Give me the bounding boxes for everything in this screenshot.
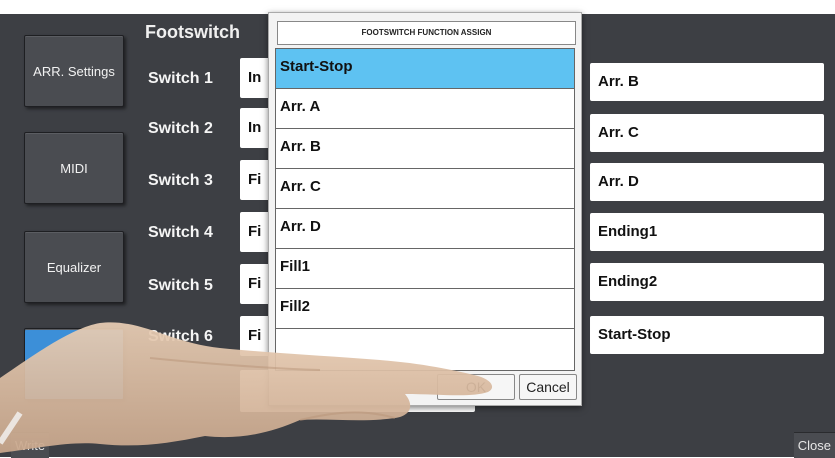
right-value-3[interactable]: Arr. D [590, 163, 824, 201]
sidebar-item-label: ARR. Settings [33, 63, 115, 79]
list-item[interactable]: Start-Stop [276, 49, 574, 89]
switch-4-label: Switch 4 [148, 224, 213, 241]
switch-1-label: Switch 1 [148, 70, 213, 87]
list-item[interactable]: Arr. C [276, 169, 574, 209]
right-value-6[interactable]: Start-Stop [590, 316, 824, 354]
cancel-button[interactable]: Cancel [519, 374, 577, 400]
section-title: Footswitch [145, 22, 240, 42]
sidebar-item-arr-settings[interactable]: ARR. Settings [24, 35, 124, 107]
right-value-1[interactable]: Arr. B [590, 63, 824, 101]
right-value-2[interactable]: Arr. C [590, 114, 824, 152]
list-item[interactable]: Arr. A [276, 89, 574, 129]
sidebar-item-midi[interactable]: MIDI [24, 132, 124, 204]
switch-2-label: Switch 2 [148, 120, 213, 137]
switch-5-label: Switch 5 [148, 277, 213, 294]
dialog-title: FOOTSWITCH FUNCTION ASSIGN [277, 21, 576, 45]
list-item[interactable]: Arr. B [276, 129, 574, 169]
right-value-5[interactable]: Ending2 [590, 263, 824, 301]
list-item[interactable]: Arr. D [276, 209, 574, 249]
sidebar-item-label: Equalizer [46, 259, 102, 275]
close-button[interactable]: Close [793, 432, 835, 458]
switch-3-label: Switch 3 [148, 172, 213, 189]
sidebar-item-label: MIDI [60, 160, 88, 176]
pointing-hand-image [0, 322, 493, 453]
right-value-4[interactable]: Ending1 [590, 213, 824, 251]
list-item[interactable]: Fill1 [276, 249, 574, 289]
sidebar-item-equalizer[interactable]: Equalizer [24, 231, 124, 303]
